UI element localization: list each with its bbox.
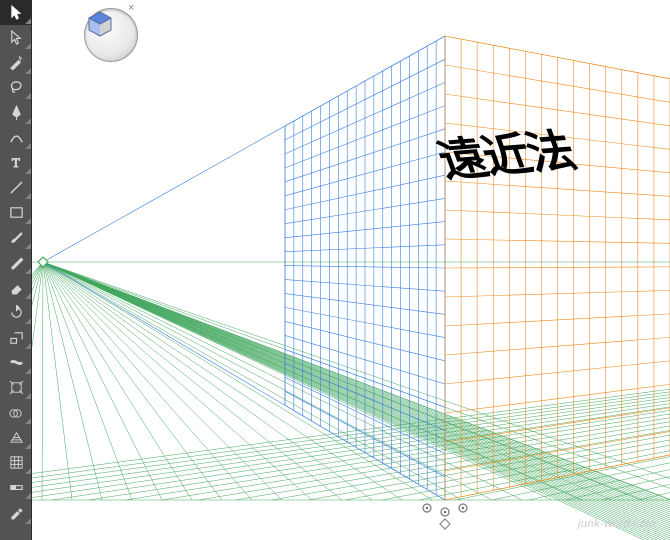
close-icon[interactable]: × [128, 2, 140, 14]
plane-switch-widget[interactable] [84, 8, 138, 62]
width-tool[interactable] [0, 350, 32, 375]
pen-tool[interactable] [0, 100, 32, 125]
type-tool[interactable]: T [0, 150, 32, 175]
perspective-grid-tool[interactable] [0, 425, 32, 450]
scale-tool[interactable] [0, 325, 32, 350]
tools-panel: T [0, 0, 32, 540]
mesh-tool[interactable] [0, 450, 32, 475]
selection-tool[interactable] [0, 0, 32, 25]
svg-text:T: T [11, 155, 19, 170]
eyedropper-tool[interactable] [0, 500, 32, 525]
gradient-tool[interactable] [0, 475, 32, 500]
shape-builder-tool[interactable] [0, 400, 32, 425]
artboard[interactable]: 遠近法 × junk-word.com [32, 0, 670, 540]
rotate-tool[interactable] [0, 300, 32, 325]
line-segment-tool[interactable] [0, 175, 32, 200]
eraser-tool[interactable] [0, 275, 32, 300]
cube-icon [85, 9, 115, 39]
curvature-tool[interactable] [0, 125, 32, 150]
pencil-tool[interactable] [0, 250, 32, 275]
magic-wand-tool[interactable] [0, 50, 32, 75]
watermark-text: junk-word.com [578, 518, 656, 530]
perspective-grid[interactable] [32, 0, 670, 540]
free-transform-tool[interactable] [0, 375, 32, 400]
direct-selection-tool[interactable] [0, 25, 32, 50]
rectangle-tool[interactable] [0, 200, 32, 225]
paintbrush-tool[interactable] [0, 225, 32, 250]
lasso-tool[interactable] [0, 75, 32, 100]
